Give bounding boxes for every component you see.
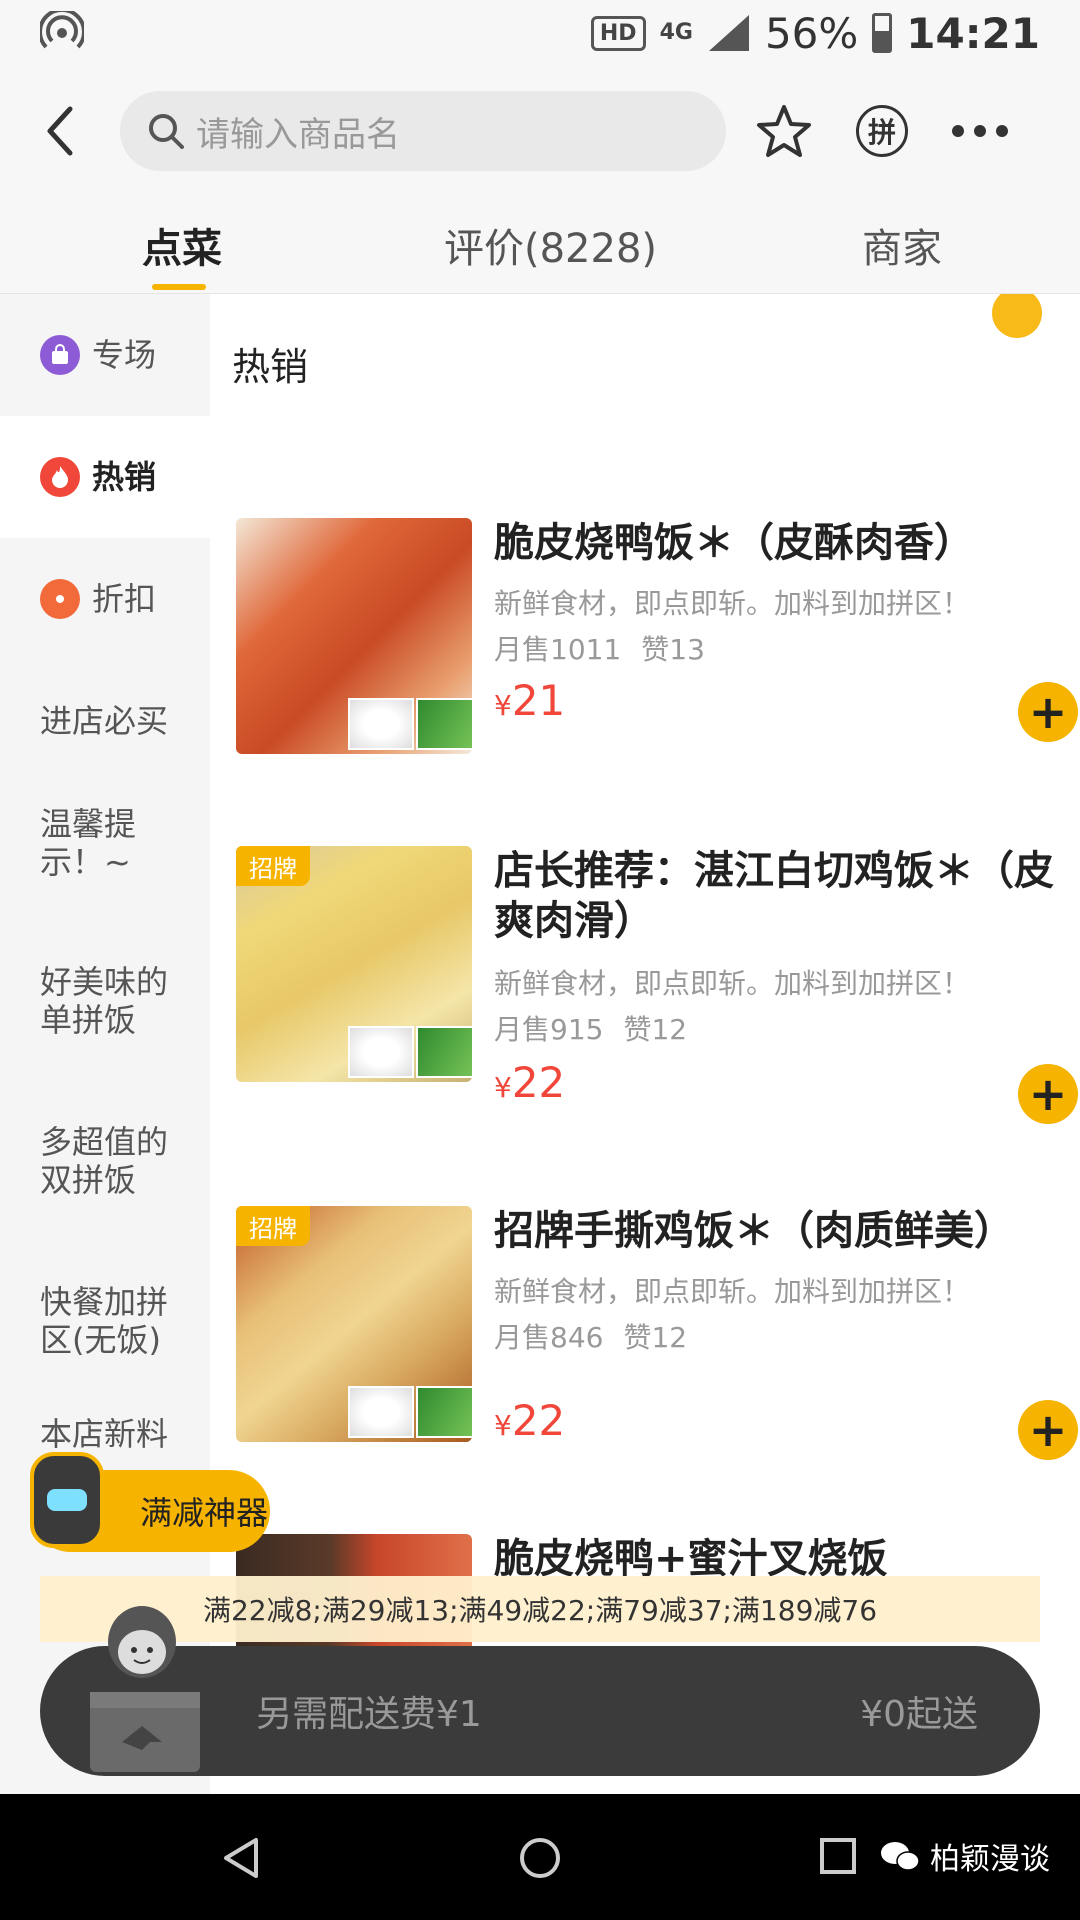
dish-image — [236, 518, 472, 754]
recents-square-icon[interactable] — [818, 1836, 858, 1876]
back-button[interactable] — [0, 71, 120, 191]
dish-stats: 月售846 赞12 — [494, 1316, 687, 1356]
sidebar-item-double-rice[interactable]: 多超值的双拼饭 — [0, 1100, 210, 1222]
more-icon[interactable] — [952, 125, 1008, 137]
dish-desc: 新鲜食材，即点即斩。加料到加拼区！ — [494, 967, 971, 1000]
list-item[interactable]: 招牌 招牌手撕鸡饭＊（肉质鲜美） 新鲜食材，即点即斩。加料到加拼区！ 月售846… — [236, 1206, 1080, 1460]
minimum-order: ¥0起送 — [860, 1694, 978, 1735]
menu-list: 热销 脆皮烧鸭饭＊（皮酥肉香） 新鲜食材，即点即斩。加料到加拼区！ 月售1011… — [210, 294, 1080, 1794]
battery-icon — [872, 13, 893, 53]
bag-icon — [40, 335, 80, 375]
dish-likes: 赞13 — [641, 633, 705, 666]
sidebar-item-label: 专场 — [92, 336, 157, 374]
tab-reviews[interactable]: 评价(8228) — [444, 216, 657, 274]
delivery-fee: 另需配送费¥1 — [256, 1694, 482, 1735]
sidebar-item-label: 多超值的双拼饭 — [40, 1123, 169, 1199]
add-button-partial[interactable] — [992, 294, 1042, 338]
dish-sales: 月售915 — [494, 1013, 604, 1046]
dish-image: 招牌 — [236, 846, 472, 1082]
top-nav: 请输入商品名 拼 — [0, 66, 1080, 196]
tab-order[interactable]: 点菜 — [142, 216, 222, 274]
sidebar-item-discount[interactable]: 折扣 — [0, 538, 210, 660]
add-to-cart-button[interactable]: + — [1018, 1400, 1078, 1460]
dish-desc: 新鲜食材，即点即斩。加料到加拼区！ — [494, 587, 971, 620]
dish-price: ¥21 — [494, 676, 566, 725]
add-to-cart-button[interactable]: + — [1018, 1064, 1078, 1124]
hd-badge: HD — [590, 15, 646, 51]
courier-icon — [90, 1606, 200, 1772]
tab-bar: 点菜 评价(8228) 商家 — [0, 196, 1080, 294]
category-sidebar: 专场 热销 折扣 进店必买 温馨提示！~ 好美味的单拼饭 多超值的双拼饭 快餐加… — [0, 294, 210, 1794]
network-type: 4G — [659, 20, 693, 45]
discount-tag-icon — [40, 579, 80, 619]
discount-text: 满22减8;满29减13;满49减22;满79减37;满189减76 — [202, 1594, 878, 1627]
sidebar-item-tips[interactable]: 温馨提示！~ — [0, 782, 160, 904]
battery-percent: 56% — [764, 8, 859, 58]
sidebar-item-label: 进店必买 — [40, 702, 169, 740]
system-nav-bar: 柏颖漫谈 — [0, 1794, 1080, 1920]
search-icon — [149, 114, 184, 149]
sidebar-item-label: 温馨提示！~ — [40, 805, 137, 881]
status-bar: HD 4G 56% 14:21 — [0, 0, 1080, 66]
sidebar-item-addon[interactable]: 快餐加拼区(无饭) — [0, 1260, 210, 1382]
signal-icon — [708, 15, 749, 51]
hotspot-icon — [40, 11, 84, 49]
section-title: 热销 — [232, 345, 309, 389]
tab-merchant[interactable]: 商家 — [862, 216, 942, 274]
dish-name: 脆皮烧鸭饭＊（皮酥肉香） — [494, 520, 974, 566]
dish-sales: 月售1011 — [494, 633, 622, 666]
search-input[interactable]: 请输入商品名 — [120, 91, 726, 171]
watermark: 柏颖漫谈 — [880, 1834, 1050, 1878]
sidebar-item-label: 热销 — [92, 458, 157, 496]
dish-likes: 赞12 — [623, 1013, 688, 1046]
wechat-icon — [881, 1842, 920, 1871]
dish-sales: 月售846 — [494, 1321, 604, 1354]
signature-badge: 招牌 — [236, 846, 310, 886]
clock: 14:21 — [906, 8, 1040, 58]
sidebar-item-label: 本店新料 — [40, 1415, 169, 1453]
back-triangle-icon[interactable] — [222, 1836, 262, 1880]
search-placeholder: 请输入商品名 — [196, 114, 400, 155]
fire-icon — [40, 457, 80, 497]
group-order-button[interactable]: 拼 — [856, 105, 908, 157]
chevron-left-icon — [47, 106, 73, 156]
sidebar-item-new[interactable]: 本店新料 — [0, 1404, 210, 1464]
dish-name: 店长推荐：湛江白切鸡饭＊（皮爽肉滑） — [494, 848, 1054, 944]
sidebar-item-special[interactable]: 专场 — [0, 294, 210, 416]
sidebar-item-label: 折扣 — [92, 580, 157, 618]
add-to-cart-button[interactable]: + — [1018, 682, 1078, 742]
dish-stats: 月售1011 赞13 — [494, 628, 705, 668]
signature-badge: 招牌 — [236, 1206, 310, 1246]
active-tab-indicator — [152, 284, 206, 290]
sidebar-item-label: 快餐加拼区(无饭) — [40, 1283, 169, 1359]
dish-stats: 月售915 赞12 — [494, 1008, 687, 1048]
dish-desc: 新鲜食材，即点即斩。加料到加拼区！ — [494, 1275, 971, 1308]
list-item[interactable]: 招牌 店长推荐：湛江白切鸡饭＊（皮爽肉滑） 新鲜食材，即点即斩。加料到加拼区！ … — [236, 846, 1080, 1124]
star-icon[interactable] — [756, 104, 812, 158]
dish-price: ¥22 — [494, 1396, 566, 1445]
list-item[interactable]: 脆皮烧鸭饭＊（皮酥肉香） 新鲜食材，即点即斩。加料到加拼区！ 月售1011 赞1… — [236, 518, 1080, 758]
dish-name: 招牌手撕鸡饭＊（肉质鲜美） — [494, 1208, 1014, 1254]
sidebar-item-hot[interactable]: 热销 — [0, 416, 210, 538]
discount-helper-label: 满减神器 — [140, 1494, 269, 1532]
sidebar-item-must-buy[interactable]: 进店必买 — [0, 660, 210, 782]
dish-price: ¥22 — [494, 1058, 566, 1107]
sidebar-item-label: 好美味的单拼饭 — [40, 963, 169, 1039]
watermark-text: 柏颖漫谈 — [930, 1842, 1050, 1877]
sidebar-item-single-rice[interactable]: 好美味的单拼饭 — [0, 940, 210, 1062]
dish-likes: 赞12 — [623, 1321, 688, 1354]
robot-icon — [30, 1452, 104, 1548]
home-circle-icon[interactable] — [518, 1836, 562, 1880]
dish-image: 招牌 — [236, 1206, 472, 1442]
